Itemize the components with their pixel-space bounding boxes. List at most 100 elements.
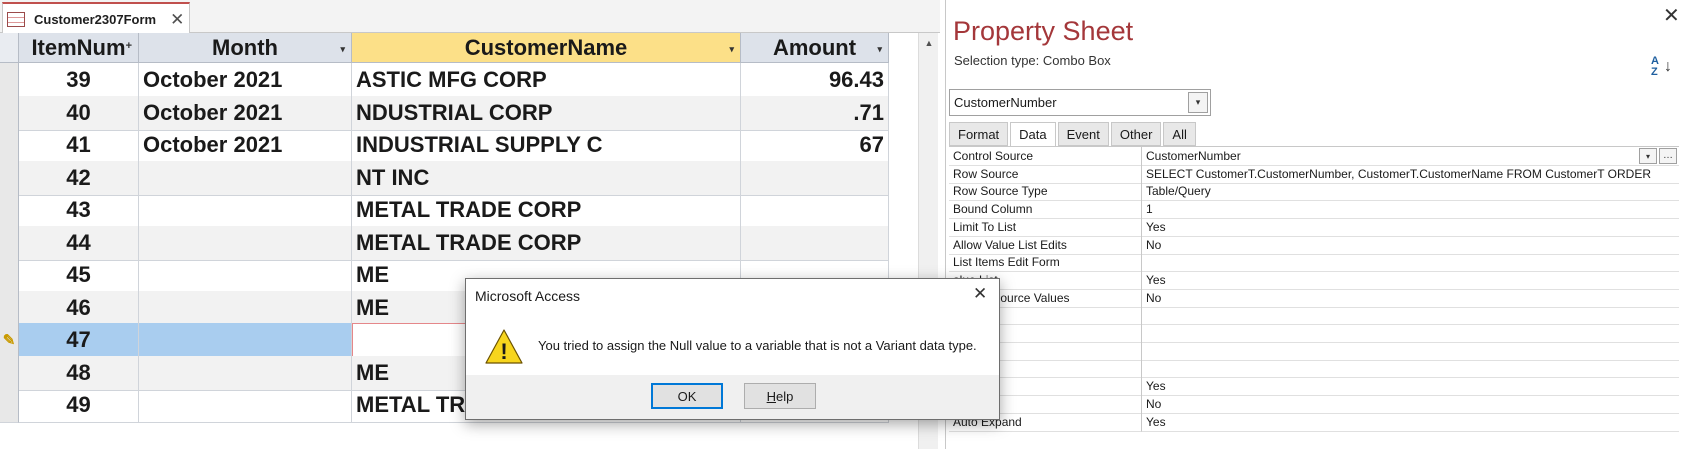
row-selector[interactable] bbox=[0, 63, 19, 98]
tab-all[interactable]: All bbox=[1163, 122, 1196, 146]
chevron-down-icon[interactable]: ▾ bbox=[1639, 148, 1657, 164]
table-row[interactable]: 41 October 2021 INDUSTRIAL SUPPLY C 67 bbox=[0, 128, 890, 163]
property-value[interactable] bbox=[1142, 306, 1679, 326]
row-selector[interactable] bbox=[0, 193, 19, 228]
row-selector[interactable] bbox=[0, 160, 19, 196]
control-selector-combo[interactable]: CustomerNumber ▾ bbox=[949, 89, 1211, 116]
cell-itemnum[interactable]: 39 bbox=[19, 63, 139, 98]
property-row[interactable]: n Text bbox=[949, 359, 1679, 379]
table-row[interactable]: 43 METAL TRADE CORP bbox=[0, 193, 890, 228]
cell-customername[interactable]: NDUSTRIAL CORP bbox=[352, 95, 741, 131]
row-selector[interactable] bbox=[0, 290, 19, 326]
property-row[interactable]: Control Source CustomerNumber ▾… bbox=[949, 147, 1679, 166]
row-selector[interactable] bbox=[0, 258, 19, 293]
cell-month[interactable] bbox=[139, 388, 352, 423]
cell-itemnum[interactable]: 45 bbox=[19, 258, 139, 293]
cell-month[interactable] bbox=[139, 323, 352, 358]
property-row[interactable]: ly Row Source Values No bbox=[949, 288, 1679, 308]
property-row[interactable]: Auto Expand Yes bbox=[949, 412, 1679, 432]
cell-month[interactable] bbox=[139, 290, 352, 326]
cell-itemnum[interactable]: 41 bbox=[19, 128, 139, 163]
property-value[interactable]: Yes bbox=[1142, 413, 1679, 432]
property-row[interactable]: Limit To List Yes bbox=[949, 217, 1679, 237]
cell-itemnum[interactable]: 40 bbox=[19, 95, 139, 131]
property-row[interactable]: n Rule bbox=[949, 341, 1679, 361]
sort-ascending-icon[interactable]: A Z ↓ bbox=[1651, 56, 1672, 78]
property-value[interactable]: Yes bbox=[1142, 377, 1679, 397]
cell-month[interactable]: October 2021 bbox=[139, 63, 352, 98]
dialog-close-icon[interactable]: ✕ bbox=[973, 285, 987, 302]
property-row[interactable]: Value bbox=[949, 324, 1679, 343]
column-header-amount[interactable]: Amount ▾ bbox=[741, 33, 889, 63]
cell-month[interactable] bbox=[139, 225, 352, 261]
close-icon[interactable]: ✕ bbox=[1663, 6, 1680, 26]
row-selector[interactable] bbox=[0, 388, 19, 423]
property-row[interactable]: Row Source SELECT CustomerT.CustomerNumbe… bbox=[949, 164, 1679, 184]
cell-month[interactable] bbox=[139, 355, 352, 391]
cell-amount[interactable] bbox=[741, 160, 889, 196]
property-row[interactable]: Allow Value List Edits No bbox=[949, 235, 1679, 255]
close-tab-icon[interactable]: ✕ bbox=[170, 11, 184, 28]
scroll-up-icon[interactable]: ▲ bbox=[921, 35, 937, 51]
table-row[interactable]: 40 October 2021 NDUSTRIAL CORP .71 bbox=[0, 95, 890, 131]
cell-month[interactable]: October 2021 bbox=[139, 128, 352, 163]
cell-customername[interactable]: NT INC bbox=[352, 160, 741, 196]
builder-ellipsis-button[interactable]: … bbox=[1659, 148, 1677, 164]
property-row[interactable]: sk bbox=[949, 306, 1679, 326]
tab-other[interactable]: Other bbox=[1110, 122, 1162, 146]
cell-customername[interactable]: METAL TRADE CORP bbox=[352, 193, 741, 228]
row-selector[interactable] bbox=[0, 95, 19, 131]
ok-button[interactable]: OK bbox=[651, 383, 723, 409]
cell-customername[interactable]: ASTIC MFG CORP bbox=[352, 63, 741, 98]
property-value[interactable]: No bbox=[1142, 289, 1679, 308]
property-value[interactable]: Table/Query bbox=[1142, 182, 1679, 202]
tab-customer2307form[interactable]: Customer2307Form ✕ bbox=[2, 2, 190, 34]
tab-data[interactable]: Data bbox=[1010, 122, 1056, 147]
tab-format[interactable]: Format bbox=[949, 122, 1009, 146]
property-value[interactable]: No bbox=[1142, 236, 1679, 255]
cell-amount[interactable]: 67 bbox=[741, 128, 889, 163]
row-selector[interactable] bbox=[0, 225, 19, 261]
cell-itemnum[interactable]: 43 bbox=[19, 193, 139, 228]
property-value[interactable] bbox=[1142, 342, 1679, 361]
property-row[interactable]: Bound Column 1 bbox=[949, 200, 1679, 220]
property-value[interactable]: 1 bbox=[1142, 200, 1679, 220]
cell-itemnum[interactable]: 47 bbox=[19, 323, 139, 358]
cell-month[interactable] bbox=[139, 160, 352, 196]
column-header-month[interactable]: Month ▾ bbox=[139, 33, 352, 63]
property-row[interactable]: LockedNo bbox=[949, 394, 1679, 414]
table-row[interactable]: 39 October 2021 ASTIC MFG CORP 96.43 bbox=[0, 63, 890, 98]
cell-itemnum[interactable]: 42 bbox=[19, 160, 139, 196]
chevron-down-icon[interactable]: ▾ bbox=[340, 44, 345, 55]
property-value[interactable] bbox=[1142, 253, 1679, 273]
row-selector[interactable]: ✎ bbox=[0, 323, 19, 358]
cell-customername[interactable]: INDUSTRIAL SUPPLY C bbox=[352, 128, 741, 163]
chevron-down-icon[interactable]: ▾ bbox=[1188, 92, 1208, 113]
cell-month[interactable]: October 2021 bbox=[139, 95, 352, 131]
cell-month[interactable] bbox=[139, 258, 352, 293]
property-value[interactable]: No bbox=[1142, 395, 1679, 414]
table-row[interactable]: 44 METAL TRADE CORP bbox=[0, 225, 890, 261]
property-value[interactable]: SELECT CustomerT.CustomerNumber, Custome… bbox=[1142, 165, 1679, 184]
property-value[interactable]: Yes bbox=[1142, 218, 1679, 237]
property-value[interactable]: CustomerNumber bbox=[1142, 147, 1679, 166]
property-row[interactable]: Row Source Type Table/Query bbox=[949, 182, 1679, 202]
property-row[interactable]: alue ListYes bbox=[949, 270, 1679, 290]
chevron-down-icon[interactable]: ▾ bbox=[729, 44, 734, 55]
cell-amount[interactable]: .71 bbox=[741, 95, 889, 131]
property-row[interactable]: List Items Edit Form bbox=[949, 253, 1679, 273]
property-value[interactable] bbox=[1142, 324, 1679, 343]
property-value[interactable] bbox=[1142, 359, 1679, 379]
cell-itemnum[interactable]: 48 bbox=[19, 355, 139, 391]
tab-event[interactable]: Event bbox=[1057, 122, 1109, 146]
select-all-corner[interactable] bbox=[0, 33, 19, 63]
cell-itemnum[interactable]: 49 bbox=[19, 388, 139, 423]
row-selector[interactable] bbox=[0, 355, 19, 391]
cell-amount[interactable] bbox=[741, 193, 889, 228]
cell-month[interactable] bbox=[139, 193, 352, 228]
property-value[interactable]: Yes bbox=[1142, 271, 1679, 290]
cell-itemnum[interactable]: 44 bbox=[19, 225, 139, 261]
column-header-itemnum[interactable]: ItemNum + bbox=[19, 33, 139, 63]
column-header-customername[interactable]: CustomerName ▾ bbox=[352, 33, 741, 63]
chevron-down-icon[interactable]: ▾ bbox=[877, 44, 882, 55]
